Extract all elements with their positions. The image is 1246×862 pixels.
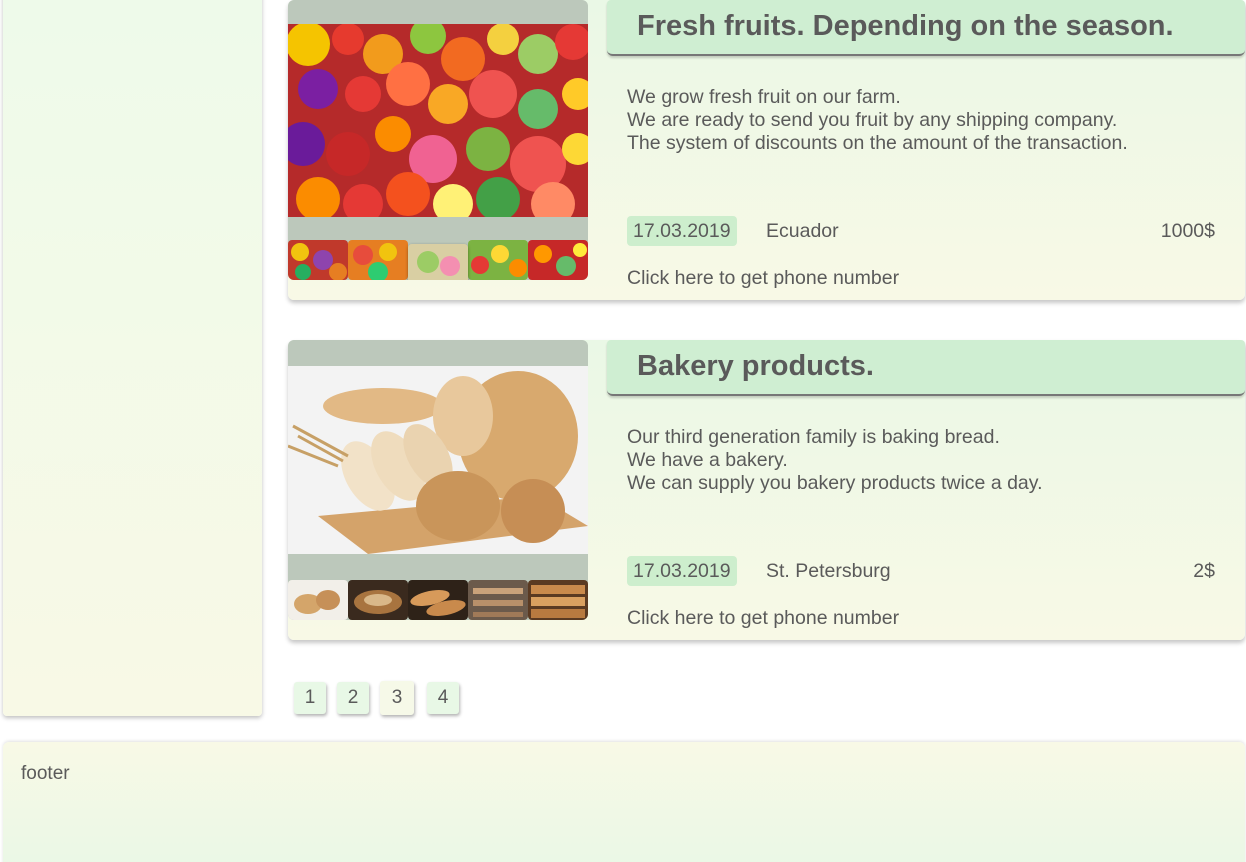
listing-title: Bakery products.: [637, 350, 874, 382]
description-line: The system of discounts on the amount of…: [627, 132, 1128, 154]
date-badge: 17.03.2019: [627, 216, 737, 246]
bakery-main-photo[interactable]: [288, 366, 588, 554]
price-label: 2$: [1193, 560, 1215, 582]
page-button-4[interactable]: 4: [427, 682, 459, 714]
thumbnail-strip: [288, 240, 588, 280]
thumbnail-strip: [288, 580, 588, 620]
photo-gallery: [288, 0, 588, 280]
location-label: St. Petersburg: [766, 560, 891, 582]
page-button-3-current[interactable]: 3: [380, 681, 414, 715]
listing-card-bakery: Bakery products. Our third generation fa…: [288, 340, 1245, 640]
thumbnail[interactable]: [348, 580, 408, 620]
listing-description: We grow fresh fruit on our farm. We are …: [627, 86, 1128, 155]
thumbnail[interactable]: [468, 240, 528, 280]
fruit-main-photo[interactable]: [288, 24, 588, 217]
description-line: We have a bakery.: [627, 449, 788, 471]
price-label: 1000$: [1160, 220, 1215, 242]
thumbnail[interactable]: [408, 244, 468, 280]
page-button-2[interactable]: 2: [337, 682, 369, 714]
footer: footer: [3, 742, 1245, 862]
sidebar: [3, 0, 262, 716]
get-phone-link[interactable]: Click here to get phone number: [627, 267, 899, 290]
thumbnail[interactable]: [528, 240, 588, 280]
thumbnail[interactable]: [408, 580, 468, 620]
description-line: We grow fresh fruit on our farm.: [627, 86, 901, 108]
description-line: We are ready to send you fruit by any sh…: [627, 109, 1118, 131]
listing-title: Fresh fruits. Depending on the season.: [637, 10, 1174, 42]
thumbnail[interactable]: [288, 240, 348, 280]
get-phone-link[interactable]: Click here to get phone number: [627, 607, 899, 630]
thumbnail[interactable]: [348, 240, 408, 280]
listing-description: Our third generation family is baking br…: [627, 426, 1043, 495]
location-label: Ecuador: [766, 220, 839, 242]
footer-text: footer: [21, 763, 70, 784]
listing-card-fruits: Fresh fruits. Depending on the season. W…: [288, 0, 1245, 300]
title-bar: Bakery products.: [607, 340, 1245, 396]
thumbnail[interactable]: [468, 580, 528, 620]
thumbnail[interactable]: [528, 580, 588, 620]
description-line: Our third generation family is baking br…: [627, 426, 1000, 448]
photo-gallery: [288, 340, 588, 620]
thumbnail[interactable]: [288, 580, 348, 620]
page-button-1[interactable]: 1: [294, 682, 326, 714]
date-badge: 17.03.2019: [627, 556, 737, 586]
title-bar: Fresh fruits. Depending on the season.: [607, 0, 1245, 56]
description-line: We can supply you bakery products twice …: [627, 472, 1043, 494]
